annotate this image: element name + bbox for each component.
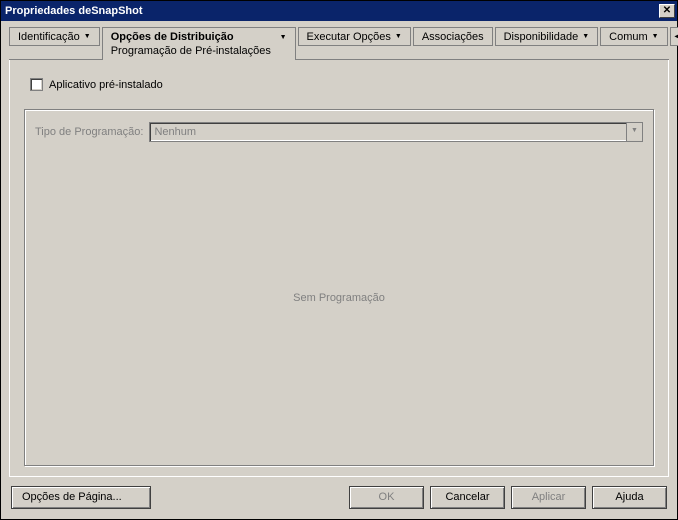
tab-label: Comum	[609, 31, 648, 43]
chevron-down-icon: ▼	[84, 33, 91, 40]
ok-button[interactable]: OK	[349, 486, 424, 509]
help-button[interactable]: Ajuda	[592, 486, 667, 509]
schedule-type-combobox[interactable]: Nenhum ▼	[149, 122, 643, 142]
chevron-down-icon: ▼	[395, 33, 402, 40]
chevron-down-icon: ▼	[631, 127, 638, 134]
schedule-type-value: Nenhum	[154, 126, 196, 138]
close-icon: ✕	[663, 5, 671, 16]
properties-dialog: Propriedades deSnapShot ✕ Identificação …	[0, 0, 678, 520]
tab-identificacao[interactable]: Identificação ▼	[9, 27, 100, 46]
close-button[interactable]: ✕	[659, 4, 675, 18]
tab-scroll-left[interactable]: ◄	[670, 27, 678, 46]
preinstalled-checkbox[interactable]	[30, 78, 43, 91]
page-options-button[interactable]: Opções de Página...	[11, 486, 151, 509]
cancel-button[interactable]: Cancelar	[430, 486, 505, 509]
schedule-type-label: Tipo de Programação:	[35, 126, 143, 138]
combo-dropdown-button: ▼	[626, 123, 642, 141]
chevron-down-icon: ▼	[652, 33, 659, 40]
tab-label: Opções de Distribuição	[111, 31, 234, 43]
tab-content: Aplicativo pré-instalado Tipo de Program…	[9, 59, 669, 477]
tab-strip: Identificação ▼ Opções de Distribuição ▼…	[1, 21, 677, 60]
tab-executar-opcoes[interactable]: Executar Opções ▼	[298, 27, 411, 46]
tab-panel: Aplicativo pré-instalado Tipo de Program…	[9, 60, 669, 477]
preinstalled-row: Aplicativo pré-instalado	[30, 78, 654, 91]
chevron-left-icon: ◄	[673, 31, 678, 41]
tab-label: Executar Opções	[307, 31, 391, 43]
dialog-button-bar: Opções de Página... OK Cancelar Aplicar …	[1, 478, 677, 519]
tab-opcoes-distribuicao[interactable]: Opções de Distribuição ▼ Programação de …	[102, 27, 296, 60]
schedule-type-row: Tipo de Programação: Nenhum ▼	[35, 122, 643, 142]
window-title: Propriedades deSnapShot	[5, 5, 143, 17]
tab-label: Disponibilidade	[504, 31, 579, 43]
schedule-group: Tipo de Programação: Nenhum ▼ Sem Progra…	[24, 109, 654, 466]
tab-associacoes[interactable]: Associações	[413, 27, 493, 46]
apply-button[interactable]: Aplicar	[511, 486, 586, 509]
chevron-down-icon: ▼	[280, 34, 287, 41]
tab-label: Identificação	[18, 31, 80, 43]
preinstalled-label: Aplicativo pré-instalado	[49, 79, 163, 91]
schedule-placeholder: Sem Programação	[35, 142, 643, 453]
tab-scroll: ◄ ►	[670, 27, 678, 46]
tab-label: Associações	[422, 31, 484, 43]
tab-comum[interactable]: Comum ▼	[600, 27, 667, 46]
titlebar: Propriedades deSnapShot ✕	[1, 1, 677, 21]
chevron-down-icon: ▼	[582, 33, 589, 40]
tab-disponibilidade[interactable]: Disponibilidade ▼	[495, 27, 599, 46]
tab-sublabel: Programação de Pré-instalações	[111, 45, 271, 57]
